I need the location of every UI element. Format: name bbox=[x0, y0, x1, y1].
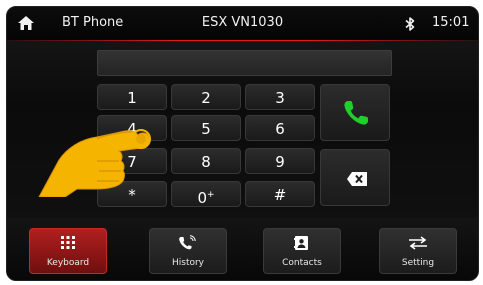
bluetooth-icon bbox=[405, 17, 415, 31]
backspace-button[interactable] bbox=[320, 149, 390, 206]
bottom-tab-bar: Keyboard History Contacts Setting bbox=[7, 218, 478, 280]
key-6[interactable]: 6 bbox=[245, 115, 315, 141]
tab-label: Keyboard bbox=[46, 258, 90, 268]
clock-time: 15:01 bbox=[432, 15, 470, 30]
settings-arrows-icon bbox=[409, 236, 427, 250]
number-display-field[interactable] bbox=[97, 50, 392, 76]
key-9[interactable]: 9 bbox=[245, 148, 315, 174]
key-label: 8 bbox=[201, 153, 211, 171]
key-label: # bbox=[273, 186, 287, 204]
key-5[interactable]: 5 bbox=[171, 115, 241, 141]
key-3[interactable]: 3 bbox=[245, 84, 315, 110]
pointing-hand-icon bbox=[38, 129, 151, 197]
key-label: 2 bbox=[201, 89, 211, 107]
phone-call-icon bbox=[344, 101, 368, 125]
contacts-icon bbox=[294, 236, 308, 250]
home-icon[interactable] bbox=[17, 14, 35, 32]
call-history-icon bbox=[179, 235, 196, 250]
tab-label: Setting bbox=[401, 258, 435, 268]
key-8[interactable]: 8 bbox=[171, 148, 241, 174]
key-label: 5 bbox=[201, 120, 211, 138]
backspace-icon bbox=[347, 172, 367, 186]
key-0[interactable]: 0+ bbox=[171, 181, 241, 207]
key-label: 9 bbox=[275, 153, 285, 171]
app-title: BT Phone bbox=[62, 15, 124, 30]
key-hash[interactable]: # bbox=[245, 181, 315, 207]
key-2[interactable]: 2 bbox=[171, 84, 241, 110]
top-bar: BT Phone ESX VN1030 15:01 bbox=[7, 7, 478, 40]
key-plus-sup: + bbox=[207, 190, 215, 200]
key-label: 0 bbox=[197, 189, 207, 207]
tab-contacts[interactable]: Contacts bbox=[263, 228, 341, 274]
key-label: 6 bbox=[275, 120, 285, 138]
tab-label: History bbox=[171, 258, 205, 268]
tab-setting[interactable]: Setting bbox=[379, 228, 457, 274]
keypad-icon bbox=[61, 236, 75, 249]
bt-phone-screen: BT Phone ESX VN1030 15:01 1 2 3 4 5 6 7 … bbox=[6, 6, 479, 281]
call-button[interactable] bbox=[320, 84, 390, 141]
tab-keyboard[interactable]: Keyboard bbox=[29, 228, 107, 274]
key-label: 3 bbox=[275, 89, 285, 107]
header-divider bbox=[7, 40, 478, 41]
tab-history[interactable]: History bbox=[149, 228, 227, 274]
tab-label: Contacts bbox=[282, 258, 322, 268]
